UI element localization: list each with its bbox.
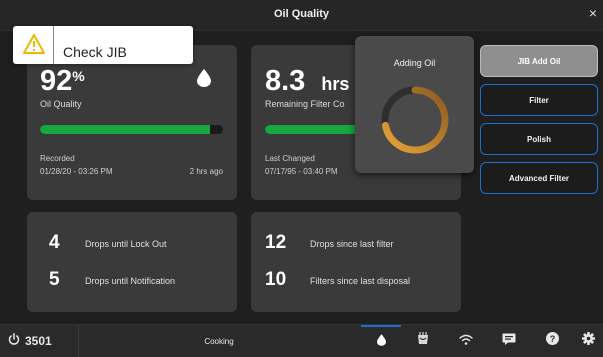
warning-triangle-icon: [23, 34, 45, 59]
oil-quality-value: 92%: [40, 65, 85, 97]
window-title: Oil Quality: [273, 8, 329, 20]
alert-text: Check JIB: [63, 44, 127, 60]
adding-oil-ring: [381, 86, 449, 154]
help-tab[interactable]: ?: [532, 325, 572, 357]
svg-text:?: ?: [549, 334, 555, 344]
oil-quality-card: 92% Oil Quality Recorded 01/28/20 - 03:2…: [27, 45, 237, 200]
recorded-label: Recorded: [40, 154, 75, 163]
drops-lockout-count: 4: [49, 232, 60, 253]
settings-tab[interactable]: [574, 325, 603, 357]
advanced-filter-button[interactable]: Advanced Filter: [480, 162, 598, 194]
bottom-bar: 3501 Cooking ?: [0, 324, 603, 357]
jib-add-oil-button[interactable]: JIB Add Oil: [480, 45, 598, 77]
message-tab[interactable]: [489, 325, 529, 357]
filters-since-disposal-label: Filters since last disposal: [310, 276, 411, 286]
filter-life-label: Remaining Filter Co: [265, 99, 345, 109]
check-jib-alert[interactable]: Check JIB: [13, 26, 193, 64]
drops-card: 4 Drops until Lock Out 5 Drops until Not…: [27, 212, 237, 312]
filters-since-disposal-count: 10: [265, 269, 287, 290]
filter-life-value: 8.3 hrs: [265, 65, 350, 97]
droplet-icon: [197, 69, 211, 92]
oil-quality-label: Oil Quality: [40, 99, 82, 109]
oil-drop-tab[interactable]: [361, 325, 401, 357]
fryer-icon: [416, 332, 430, 350]
settings-icon: [582, 332, 595, 350]
last-changed-date: 07/17/95 - 03:40 PM: [265, 167, 338, 176]
fryer-id-label: 3501: [25, 334, 52, 348]
wifi-tab[interactable]: [446, 325, 486, 357]
wifi-icon: [459, 332, 473, 350]
drops-since-filter-count: 12: [265, 232, 287, 253]
drops-since-filter-label: Drops since last filter: [310, 239, 394, 249]
filter-button[interactable]: Filter: [480, 84, 598, 116]
drops-notification-label: Drops until Notification: [85, 276, 176, 286]
alert-divider: [53, 26, 54, 64]
help-icon: ?: [545, 332, 559, 350]
close-icon[interactable]: ×: [589, 6, 597, 20]
message-icon: [502, 332, 516, 350]
cooking-status-label: Cooking: [204, 336, 234, 346]
fryer-power-button[interactable]: 3501: [8, 325, 80, 357]
recorded-ago: 2 hrs ago: [189, 167, 223, 176]
fryer-tab[interactable]: [403, 325, 443, 357]
drops-notification-count: 5: [49, 269, 60, 290]
recorded-date: 01/28/20 - 03:26 PM: [40, 167, 113, 176]
oil-quality-progress: [40, 125, 223, 134]
power-icon: [8, 332, 20, 350]
adding-oil-popup: Adding Oil: [355, 36, 474, 173]
cooking-status[interactable]: Cooking: [79, 325, 359, 357]
oil-quality-progress-fill: [40, 125, 211, 134]
oil-drop-icon: [376, 333, 386, 351]
filter-stats-card: 12 Drops since last filter 10 Filters si…: [251, 212, 461, 312]
drops-lockout-label: Drops until Lock Out: [85, 239, 167, 249]
last-changed-label: Last Changed: [265, 154, 315, 163]
polish-button[interactable]: Polish: [480, 123, 598, 155]
